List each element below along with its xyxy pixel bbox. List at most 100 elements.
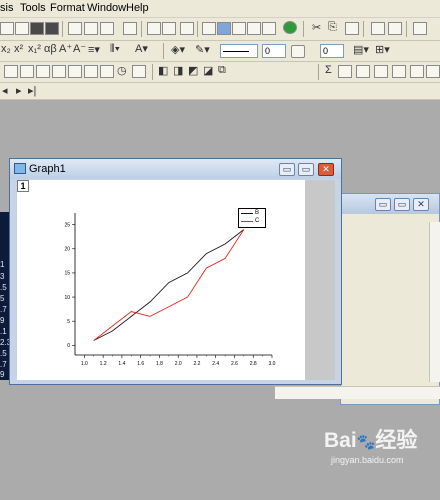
- save-icon[interactable]: [30, 22, 44, 35]
- x-tick-label: 2.4: [212, 361, 219, 367]
- new-function-icon[interactable]: [262, 22, 276, 35]
- paste-icon[interactable]: [345, 22, 359, 35]
- save-template-icon[interactable]: [45, 22, 59, 35]
- project-explorer-icon[interactable]: [180, 22, 194, 35]
- code-builder-icon[interactable]: [147, 22, 161, 35]
- bottom-align-icon[interactable]: [52, 65, 66, 78]
- clock-icon[interactable]: ◷: [117, 64, 127, 77]
- watermark-url: jingyan.baidu.com: [331, 455, 404, 465]
- add-new-columns-icon[interactable]: [371, 22, 385, 35]
- y-tick-label: 0: [67, 343, 70, 349]
- x-tick-label: 2.8: [250, 361, 257, 367]
- ungroup-icon[interactable]: ⧉: [218, 64, 226, 77]
- menu-format[interactable]: Format: [50, 2, 85, 14]
- superscript-icon[interactable]: x²: [14, 43, 23, 55]
- line-color-icon[interactable]: ✎▾: [195, 43, 210, 56]
- cut-icon[interactable]: ✂: [312, 21, 321, 34]
- decrease-font-icon[interactable]: A⁻: [73, 42, 86, 55]
- vertical-scrollbar[interactable]: [429, 222, 440, 382]
- worksheet-minimize-button[interactable]: ▭: [375, 198, 391, 211]
- watermark-brand: Bai: [324, 429, 357, 452]
- font-color-icon[interactable]: A▾: [135, 42, 148, 55]
- fill-color-icon[interactable]: ◈▾: [171, 43, 185, 56]
- legend-label-c: C: [255, 218, 260, 224]
- front-icon[interactable]: ◧: [158, 64, 168, 77]
- right-align-icon[interactable]: [20, 65, 34, 78]
- graph-titlebar[interactable]: Graph1 ▭ ▭ ✕: [10, 159, 341, 179]
- table-icon[interactable]: [132, 65, 146, 78]
- zoom-window-icon[interactable]: [413, 22, 427, 35]
- greek-icon[interactable]: αβ: [44, 43, 57, 55]
- set-y-icon[interactable]: [374, 65, 388, 78]
- worksheet-maximize-button[interactable]: ✕: [413, 198, 429, 211]
- rescale-icon[interactable]: [388, 22, 402, 35]
- menu-window[interactable]: Window: [87, 2, 126, 14]
- last-icon[interactable]: ▸|: [28, 84, 36, 97]
- line-width-value: 0: [265, 46, 271, 56]
- new-graph-icon[interactable]: [217, 22, 231, 35]
- increase-font-icon[interactable]: A⁺: [59, 42, 72, 55]
- new-icon[interactable]: [0, 22, 14, 35]
- set-column-values-icon[interactable]: [338, 65, 352, 78]
- graph-window: Graph1 ▭ ▭ ✕ 1.0 1.2 1.4 1.6 1.8 2.0 2.2 2.4 2.6…: [9, 158, 342, 385]
- import-icon[interactable]: [68, 22, 82, 35]
- menu-help[interactable]: Help: [126, 2, 149, 14]
- results-log-icon[interactable]: [162, 22, 176, 35]
- fill-pattern-value: 0: [323, 46, 329, 56]
- top-align-icon[interactable]: [36, 65, 50, 78]
- group-icon[interactable]: [100, 65, 114, 78]
- previous-icon[interactable]: ◂: [2, 84, 8, 97]
- subsuperscript-icon[interactable]: x₁²: [28, 43, 41, 55]
- legend-swatch-c: [241, 221, 253, 222]
- new-worksheet-icon[interactable]: [202, 22, 216, 35]
- column-align-icon[interactable]: ⫴▾: [110, 43, 120, 56]
- line-style-combo[interactable]: [220, 44, 258, 58]
- print-icon[interactable]: [123, 22, 137, 35]
- x-tick-label: 1.2: [100, 361, 107, 367]
- back-icon[interactable]: ◨: [173, 64, 183, 77]
- new-matrix-icon[interactable]: [232, 22, 246, 35]
- set-z-icon[interactable]: [392, 65, 406, 78]
- set-x-icon[interactable]: [356, 65, 370, 78]
- worksheet-restore-button[interactable]: ▭: [394, 198, 410, 211]
- paw-icon: 🐾: [356, 434, 376, 451]
- import-wizard-icon[interactable]: [100, 22, 114, 35]
- x-tick-label: 2.2: [193, 361, 200, 367]
- symbol-shape-icon[interactable]: [291, 45, 305, 58]
- forward-icon[interactable]: ◩: [188, 64, 198, 77]
- x-tick-label: 1.8: [156, 361, 163, 367]
- backward-icon[interactable]: ◪: [203, 64, 213, 77]
- fill-pattern-combo[interactable]: 0: [320, 44, 344, 58]
- graph-close-button[interactable]: ✕: [318, 163, 334, 176]
- left-align-icon[interactable]: [4, 65, 18, 78]
- x-tick-label: 1.4: [118, 361, 125, 367]
- copy-icon[interactable]: ⎘: [328, 21, 337, 34]
- horizontal-align-icon[interactable]: [84, 65, 98, 78]
- menu-analysis[interactable]: sis: [0, 2, 13, 14]
- graph-restore-button[interactable]: ▭: [298, 163, 314, 176]
- open-icon[interactable]: [15, 22, 29, 35]
- new-layout-icon[interactable]: [247, 22, 261, 35]
- pattern-icon[interactable]: ▤▾: [353, 43, 369, 56]
- vertical-align-icon[interactable]: [68, 65, 82, 78]
- next-icon[interactable]: ▸: [16, 84, 22, 97]
- x-tick-label: 2.6: [231, 361, 238, 367]
- graph-minimize-button[interactable]: ▭: [279, 163, 295, 176]
- grid-icon[interactable]: ⊞▾: [375, 43, 390, 56]
- set-label-icon[interactable]: [426, 65, 440, 78]
- y-tick-label: 5: [67, 319, 70, 325]
- horizontal-scrollbar[interactable]: [275, 386, 440, 399]
- x-tick-label: 1.6: [137, 361, 144, 367]
- refresh-icon[interactable]: [283, 21, 297, 34]
- subscript-icon[interactable]: x₂: [1, 43, 11, 55]
- set-error-icon[interactable]: [410, 65, 424, 78]
- watermark-logo: Bai🐾经验: [324, 424, 417, 454]
- align-icon[interactable]: ≡▾: [88, 43, 100, 56]
- import-multiple-icon[interactable]: [84, 22, 98, 35]
- y-tick-label: 25: [64, 222, 70, 228]
- menu-tools[interactable]: Tools: [20, 2, 46, 14]
- legend[interactable]: B C: [238, 208, 266, 228]
- column-statistics-icon[interactable]: Σ: [325, 64, 332, 76]
- layer-tab[interactable]: 1: [17, 180, 29, 192]
- line-width-combo[interactable]: 0: [262, 44, 286, 58]
